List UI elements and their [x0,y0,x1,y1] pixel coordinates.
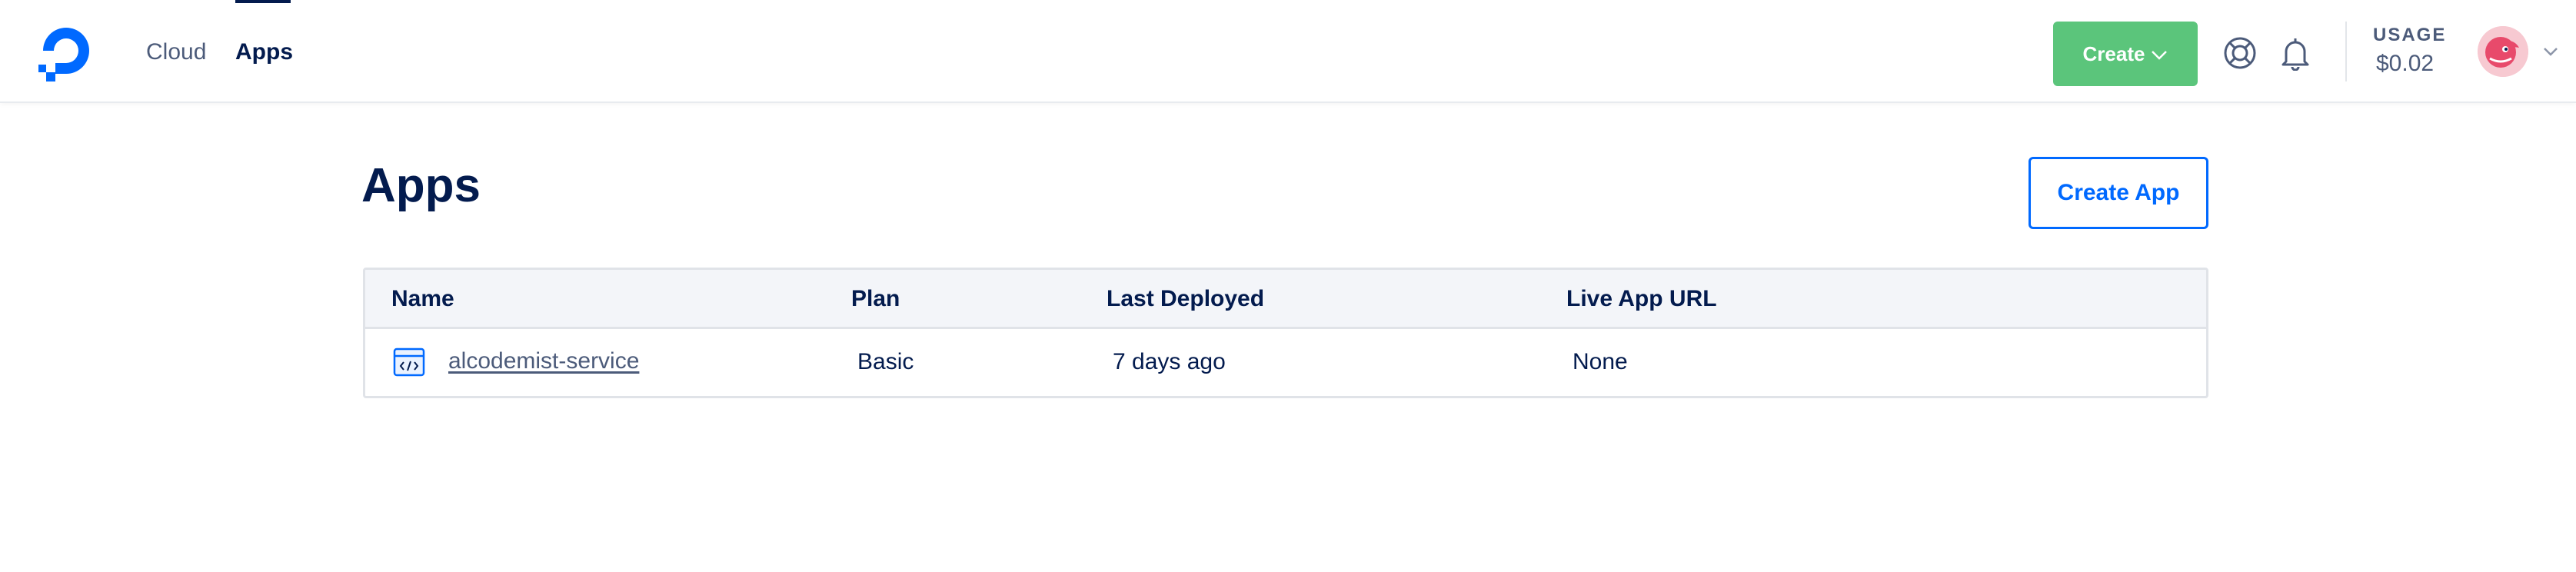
app-code-icon [393,348,425,377]
header-divider [2345,22,2347,81]
usage-value[interactable]: $0.02 [2376,51,2434,77]
apps-table: Name Plan Last Deployed Live App URL alc… [363,268,2208,398]
nav-link-apps[interactable]: Apps [235,37,293,68]
chevron-down-icon[interactable] [2542,43,2559,60]
app-last-deployed: 7 days ago [1113,349,1226,374]
column-header-plan[interactable]: Plan [851,285,900,313]
app-name-link[interactable]: alcodemist-service [448,348,639,374]
page-title: Apps [361,159,481,212]
nav-link-cloud[interactable]: Cloud [146,37,206,68]
create-app-button[interactable]: Create App [2029,157,2208,229]
app-live-url: None [1573,349,1628,374]
column-header-live-app-url[interactable]: Live App URL [1566,285,1717,313]
create-button-label: Create [2082,42,2145,65]
column-header-last-deployed[interactable]: Last Deployed [1107,285,1264,313]
table-header: Name Plan Last Deployed Live App URL [365,270,2206,329]
top-navigation-bar: Cloud Apps Create USAGE $0.02 [0,0,2576,103]
bell-icon[interactable] [2278,35,2313,71]
table-row[interactable]: alcodemist-service Basic 7 days ago None [365,329,2206,396]
nav-active-indicator [235,0,291,3]
create-button[interactable]: Create [2053,22,2198,86]
column-header-name[interactable]: Name [391,285,454,313]
avatar[interactable] [2478,26,2528,77]
chevron-down-icon [2152,51,2168,60]
usage-label: USAGE [2373,25,2447,45]
app-plan: Basic [857,349,914,374]
help-lifebuoy-icon[interactable] [2222,35,2258,71]
digitalocean-logo-icon[interactable] [35,22,98,81]
